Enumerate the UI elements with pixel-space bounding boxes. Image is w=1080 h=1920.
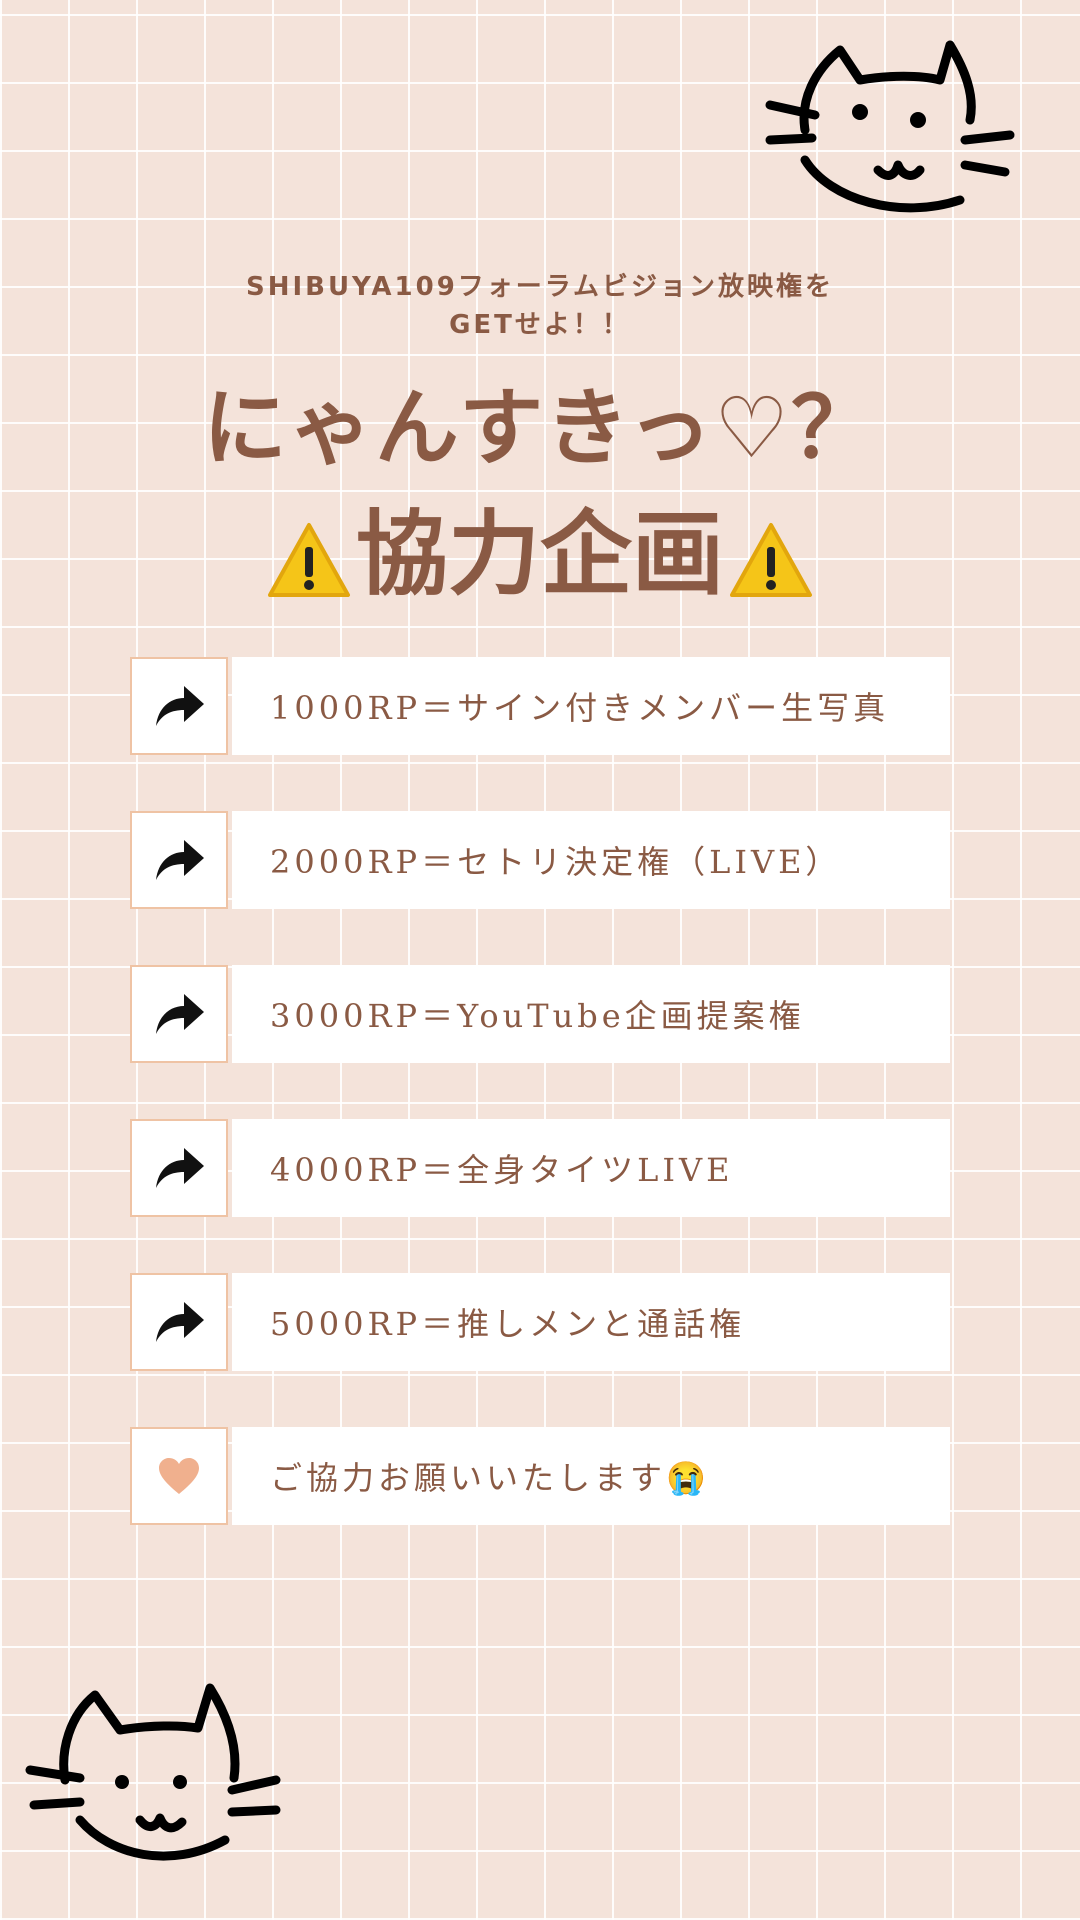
item-icon-box xyxy=(130,811,228,909)
page-title: にゃんすきっ♡？ xyxy=(202,379,878,477)
item-icon-box xyxy=(130,657,228,755)
list-item[interactable]: ご協力お願いいたします😭 xyxy=(130,1427,950,1525)
item-text-box: 4000RP＝全身タイツLIVE xyxy=(232,1119,950,1217)
heart-icon xyxy=(157,1456,201,1496)
list-item[interactable]: 4000RP＝全身タイツLIVE xyxy=(130,1119,950,1217)
share-arrow-icon xyxy=(152,836,206,884)
cat-doodle-top xyxy=(760,20,1020,230)
item-icon-box xyxy=(130,965,228,1063)
warning-icon xyxy=(728,515,814,597)
item-icon-box xyxy=(130,1273,228,1371)
item-icon-box xyxy=(130,1427,228,1525)
reward-list: 1000RP＝サイン付きメンバー生写真 2000RP＝セトリ決定権（LIVE） … xyxy=(130,657,950,1581)
item-text-box: 5000RP＝推しメンと通話権 xyxy=(232,1273,950,1371)
share-arrow-icon xyxy=(152,1298,206,1346)
item-text-box: 1000RP＝サイン付きメンバー生写真 xyxy=(232,657,950,755)
subtitle-line-2: GETせよ！！ xyxy=(449,310,631,340)
warning-icon xyxy=(266,515,352,597)
item-label: 2000RP＝セトリ決定権（LIVE） xyxy=(270,843,842,881)
item-label: 3000RP＝YouTube企画提案権 xyxy=(270,997,805,1035)
share-arrow-icon xyxy=(152,990,206,1038)
item-label: 1000RP＝サイン付きメンバー生写真 xyxy=(270,689,890,727)
list-item[interactable]: 3000RP＝YouTube企画提案権 xyxy=(130,965,950,1063)
list-item[interactable]: 2000RP＝セトリ決定権（LIVE） xyxy=(130,811,950,909)
share-arrow-icon xyxy=(152,1144,206,1192)
share-arrow-icon xyxy=(152,682,206,730)
campaign-title: 協力企画 xyxy=(355,501,724,608)
list-item[interactable]: 1000RP＝サイン付きメンバー生写真 xyxy=(130,657,950,755)
cat-doodle-bottom xyxy=(20,1670,290,1880)
list-item[interactable]: 5000RP＝推しメンと通話権 xyxy=(130,1273,950,1371)
campaign-heading: 協力企画 xyxy=(0,500,1080,610)
item-label: 5000RP＝推しメンと通話権 xyxy=(270,1305,746,1343)
cat-face-icon xyxy=(25,1683,281,1861)
item-label: 4000RP＝全身タイツLIVE xyxy=(270,1151,734,1189)
item-text-box: 2000RP＝セトリ決定権（LIVE） xyxy=(232,811,950,909)
item-label: ご協力お願いいたします😭 xyxy=(270,1459,710,1497)
item-text-box: ご協力お願いいたします😭 xyxy=(232,1427,950,1525)
item-icon-box xyxy=(130,1119,228,1217)
subtitle-line-1: SHIBUYA109フォーラムビジョン放映権を xyxy=(245,272,835,302)
subtitle: SHIBUYA109フォーラムビジョン放映権を GETせよ！！ xyxy=(0,268,1080,344)
item-text-box: 3000RP＝YouTube企画提案権 xyxy=(232,965,950,1063)
cat-face-icon xyxy=(765,40,1015,213)
